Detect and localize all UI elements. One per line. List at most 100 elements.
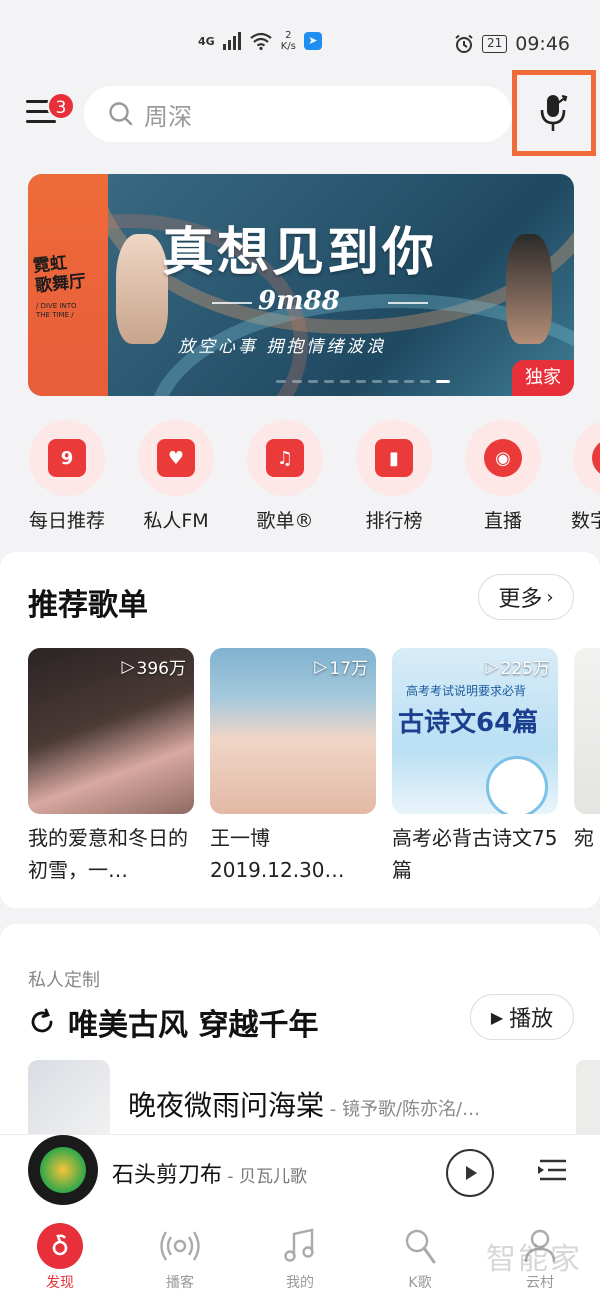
banner-title: 真想见到你 bbox=[162, 222, 438, 283]
play-icon: ▶ bbox=[490, 1007, 504, 1027]
play-label: 播放 bbox=[509, 1007, 554, 1032]
signal-icon bbox=[222, 32, 241, 50]
chevron-right-icon: › bbox=[546, 586, 554, 608]
quick-label: 私人FM bbox=[143, 510, 209, 532]
quick-playlist[interactable]: ♫ 歌单® bbox=[230, 420, 340, 533]
status-left-group: 4G 2 K/s ➤ bbox=[198, 30, 322, 52]
banner-pagination bbox=[276, 380, 450, 383]
network-type: 4G bbox=[198, 34, 215, 48]
quick-label: 歌单® bbox=[256, 510, 314, 532]
quick-digital[interactable]: ◎ 数字 bbox=[557, 420, 600, 533]
tab-podcast[interactable]: 播客 bbox=[135, 1222, 225, 1292]
search-input[interactable]: 周深 bbox=[84, 86, 512, 142]
notification-app-icon: ➤ bbox=[303, 32, 322, 50]
song-title: 晚夜微雨问海棠 bbox=[128, 1089, 325, 1122]
tab-discover[interactable]: 发现 bbox=[15, 1222, 105, 1292]
banner-side-subtitle: / DIVE INTO THE TIME / bbox=[36, 302, 77, 319]
now-playing-title: 石头剪刀布 bbox=[112, 1163, 223, 1188]
playlist-title: 高考必背古诗文75篇 bbox=[392, 826, 558, 882]
tab-label: K歌 bbox=[408, 1275, 432, 1291]
banner-code: 9m88 bbox=[258, 286, 340, 316]
digital-icon: ◎ bbox=[592, 439, 600, 477]
playlist-card[interactable]: 宛 bbox=[574, 648, 600, 854]
play-count: ▷ 396万 bbox=[121, 656, 186, 680]
playlist-card[interactable]: ▷ 396万 我的爱意和冬日的初雪，一… bbox=[28, 648, 194, 886]
section-title: 推荐歌单 bbox=[28, 588, 148, 623]
quick-charts[interactable]: ▮ 排行榜 bbox=[339, 420, 449, 533]
playlist-card[interactable]: ▷ 17万 王一博2019.12.30… bbox=[210, 648, 376, 886]
tab-label: 我的 bbox=[286, 1275, 314, 1291]
quick-label: 排行榜 bbox=[365, 510, 423, 532]
cover-headline: 古诗文64篇 bbox=[398, 708, 539, 738]
album-disc[interactable] bbox=[28, 1135, 98, 1205]
quick-daily-recommend[interactable]: 9 每日推荐 bbox=[12, 420, 122, 533]
discover-icon bbox=[36, 1222, 84, 1270]
play-pause-button[interactable] bbox=[446, 1149, 494, 1197]
play-count: ▷ 225万 bbox=[485, 656, 550, 680]
refresh-icon[interactable] bbox=[28, 1008, 56, 1036]
playlist-cover bbox=[574, 648, 600, 814]
calendar-icon: 9 bbox=[48, 439, 86, 477]
playlist-queue-icon[interactable] bbox=[536, 1153, 570, 1187]
banner-figure-left bbox=[116, 234, 168, 344]
song-title-line: 晚夜微雨问海棠 - 镜予歌/陈亦洺/… bbox=[128, 1084, 480, 1124]
playlist-cover: ▷ 396万 bbox=[28, 648, 194, 814]
play-all-button[interactable]: ▶ 播放 bbox=[470, 994, 574, 1040]
watermark: 智能家 bbox=[486, 1242, 582, 1277]
quick-label: 数字 bbox=[571, 510, 600, 532]
promo-banner[interactable]: 霓虹 歌舞厅 / DIVE INTO THE TIME / 真想见到你 9m88… bbox=[28, 174, 574, 396]
tab-mine[interactable]: 我的 bbox=[255, 1222, 345, 1292]
music-note-icon bbox=[276, 1222, 324, 1270]
section-subtitle: 私人定制 bbox=[28, 970, 100, 991]
search-placeholder: 周深 bbox=[144, 102, 192, 131]
tab-label: 播客 bbox=[166, 1275, 194, 1291]
menu-badge: 3 bbox=[47, 92, 75, 120]
exclusive-tag: 独家 bbox=[512, 360, 574, 396]
playlist-icon: ♫ bbox=[266, 439, 304, 477]
banner-figure-right bbox=[506, 234, 552, 344]
net-speed-value: 2 bbox=[285, 30, 292, 41]
song-cover bbox=[28, 1060, 110, 1142]
cover-caption: 高考考试说明要求必背 bbox=[406, 684, 527, 698]
quick-private-fm[interactable]: ♥ 私人FM bbox=[121, 420, 231, 533]
tab-karaoke[interactable]: K歌 bbox=[375, 1222, 465, 1292]
playlist-title: 王一博2019.12.30… bbox=[210, 826, 345, 882]
top-header: 3 周深 bbox=[0, 70, 600, 158]
recommend-playlists-card: 推荐歌单 更多 › ▷ 396万 我的爱意和冬日的初雪，一… ▷ 17万 王一博20… bbox=[0, 552, 600, 908]
section-title: 唯美古风 穿越千年 bbox=[68, 1008, 319, 1043]
radio-icon: ♥ bbox=[157, 439, 195, 477]
status-right-group: 21 09:46 bbox=[454, 33, 570, 55]
more-label: 更多 bbox=[498, 587, 543, 612]
mini-player[interactable]: 石头剪刀布 - 贝瓦儿歌 bbox=[0, 1134, 600, 1212]
net-speed-unit: K/s bbox=[280, 41, 296, 52]
tab-label: 发现 bbox=[46, 1275, 74, 1291]
song-artist: - 镜予歌/陈亦洺/… bbox=[324, 1099, 481, 1120]
voice-search-button[interactable] bbox=[512, 70, 596, 156]
wifi-icon bbox=[250, 32, 272, 50]
section-title-row: 唯美古风 穿越千年 bbox=[28, 1000, 318, 1044]
status-bar: 4G 2 K/s ➤ 21 09:46 bbox=[0, 0, 600, 70]
play-icon: ▷ bbox=[121, 656, 135, 677]
now-playing: 石头剪刀布 - 贝瓦儿歌 bbox=[112, 1157, 307, 1189]
net-speed: 2 K/s bbox=[281, 30, 296, 52]
playlist-card[interactable]: ▷ 225万 高考考试说明要求必背 古诗文64篇 高考必背古诗文75篇 bbox=[392, 648, 558, 886]
cover-book-circle bbox=[486, 756, 548, 814]
quick-entries: 9 每日推荐 ♥ 私人FM ♫ 歌单® ▮ 排行榜 ◉ 直播 ◎ 数字 bbox=[0, 420, 600, 540]
clock: 09:46 bbox=[515, 33, 570, 55]
chart-icon: ▮ bbox=[375, 439, 413, 477]
banner-subtitle: 放空心事 拥抱情绪波浪 bbox=[178, 337, 387, 357]
now-playing-artist: - 贝瓦儿歌 bbox=[222, 1167, 307, 1187]
quick-label: 每日推荐 bbox=[28, 510, 105, 532]
alarm-icon bbox=[455, 34, 473, 53]
play-icon: ▷ bbox=[314, 656, 328, 677]
quick-label: 直播 bbox=[483, 510, 522, 532]
podcast-icon bbox=[156, 1222, 204, 1270]
karaoke-mic-icon bbox=[396, 1222, 444, 1270]
banner-divider-left bbox=[212, 302, 252, 304]
quick-live[interactable]: ◉ 直播 bbox=[448, 420, 558, 533]
battery-icon: 21 bbox=[481, 35, 508, 53]
more-button[interactable]: 更多 › bbox=[478, 574, 574, 620]
side-cover-peek bbox=[576, 1060, 600, 1142]
playlist-title: 宛 bbox=[574, 826, 594, 850]
playlist-title: 我的爱意和冬日的初雪，一… bbox=[28, 826, 188, 882]
